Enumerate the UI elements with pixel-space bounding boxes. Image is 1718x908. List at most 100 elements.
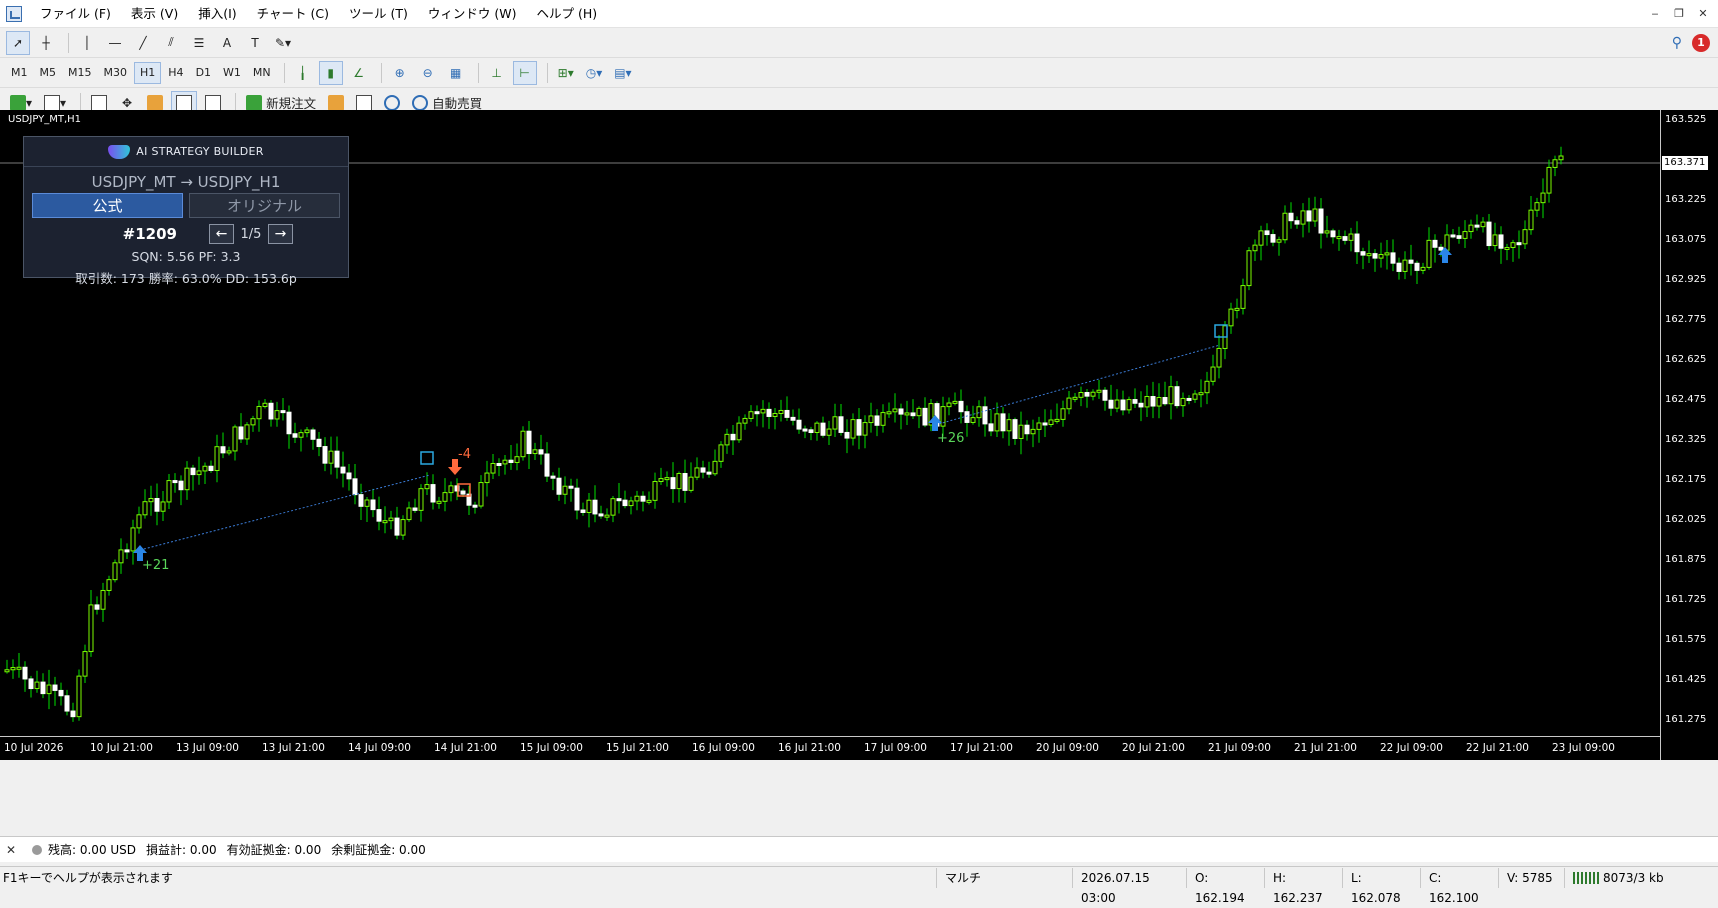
candle-body bbox=[250, 418, 256, 426]
candle-body bbox=[1024, 424, 1030, 435]
candlestick-icon[interactable]: ▮ bbox=[318, 60, 343, 85]
candle-body bbox=[1468, 224, 1474, 233]
zoom-out-icon[interactable]: ⊖ bbox=[416, 61, 440, 85]
candle-body bbox=[1546, 166, 1552, 194]
candle-body bbox=[490, 462, 496, 474]
candle-body bbox=[88, 604, 94, 653]
trendline-icon[interactable]: ╱ bbox=[131, 31, 155, 55]
menu-file[interactable]: ファイル (F) bbox=[30, 0, 121, 28]
candle-body bbox=[1528, 209, 1534, 231]
candle-body bbox=[1270, 234, 1276, 243]
menu-view[interactable]: 表示 (V) bbox=[121, 0, 188, 28]
candle-body bbox=[94, 604, 100, 610]
candle-body bbox=[586, 499, 592, 513]
candle-body bbox=[118, 549, 124, 564]
chart-window[interactable]: +21 -4 +26 USDJPY_MT,H1 AI STRATEGY BUILDE… bbox=[0, 110, 1718, 760]
price-label: 161.275 bbox=[1665, 714, 1707, 725]
text-label-icon[interactable]: T bbox=[243, 31, 267, 55]
timeframe-w1[interactable]: W1 bbox=[218, 62, 246, 84]
candle-body bbox=[448, 485, 454, 494]
drawing-toolbar: ➚ ┼ │ ― ╱ ⫽ ☰ A T ✎▾ ⚲ 1 bbox=[0, 28, 1718, 58]
shapes-icon[interactable]: ✎▾ bbox=[271, 31, 295, 55]
candle-body bbox=[1240, 285, 1246, 309]
status-high: H: 162.237 bbox=[1264, 867, 1342, 905]
candle-body bbox=[1264, 230, 1270, 236]
menu-insert[interactable]: 挿入(I) bbox=[188, 0, 246, 28]
candle-body bbox=[592, 499, 598, 515]
auto-trading-icon bbox=[412, 94, 429, 111]
time-axis[interactable]: 10 Jul 2026 10 Jul 21:00 13 Jul 09:00 13… bbox=[0, 736, 1660, 760]
tile-windows-icon[interactable]: ▦ bbox=[444, 61, 468, 85]
candle-body bbox=[478, 482, 484, 507]
timeframe-mn[interactable]: MN bbox=[248, 62, 276, 84]
restore-icon[interactable]: ❐ bbox=[1670, 5, 1688, 23]
next-strategy-button[interactable]: → bbox=[268, 224, 293, 244]
timeframe-m5[interactable]: M5 bbox=[35, 62, 62, 84]
horizontal-line-icon[interactable]: ― bbox=[103, 31, 127, 55]
candle-body bbox=[358, 494, 364, 507]
candle-body bbox=[1552, 159, 1558, 168]
candle-body bbox=[898, 408, 904, 415]
candle-body bbox=[1216, 347, 1222, 368]
notification-badge[interactable]: 1 bbox=[1692, 33, 1710, 52]
candle-body bbox=[742, 417, 748, 424]
auto-scroll-icon[interactable]: ⊢ bbox=[512, 60, 537, 85]
timeframe-m15[interactable]: M15 bbox=[63, 62, 97, 84]
candle-body bbox=[520, 430, 526, 458]
status-open: O: 162.194 bbox=[1186, 867, 1264, 905]
candle-body bbox=[1144, 396, 1150, 408]
timeframe-h1[interactable]: H1 bbox=[134, 61, 162, 84]
candle-body bbox=[1078, 392, 1084, 398]
prev-strategy-button[interactable]: ← bbox=[209, 224, 234, 244]
cursor-icon[interactable]: ➚ bbox=[6, 30, 30, 55]
status-close: C: 162.100 bbox=[1420, 867, 1498, 905]
time-label: 10 Jul 21:00 bbox=[90, 742, 153, 754]
fibonacci-icon[interactable]: ☰ bbox=[187, 31, 211, 55]
candle-body bbox=[322, 446, 328, 464]
timeframe-m30[interactable]: M30 bbox=[99, 62, 133, 84]
menu-tools[interactable]: ツール (T) bbox=[339, 0, 418, 28]
panel-divider bbox=[24, 166, 348, 167]
menu-chart[interactable]: チャート (C) bbox=[247, 0, 339, 28]
candle-body bbox=[1408, 259, 1414, 264]
candle-body bbox=[364, 499, 370, 507]
timeframe-h4[interactable]: H4 bbox=[163, 62, 188, 84]
candle-body bbox=[1228, 308, 1234, 327]
indicators-icon[interactable]: ⊞▾ bbox=[554, 61, 578, 85]
candle-body bbox=[1348, 233, 1354, 241]
candle-body bbox=[1336, 236, 1342, 240]
stats-trades: 取引数: 173 勝率: 63.0% DD: 153.6p bbox=[75, 271, 297, 286]
search-icon[interactable]: ⚲ bbox=[1672, 35, 1682, 51]
candle-body bbox=[82, 651, 88, 677]
candle-body bbox=[1102, 389, 1108, 401]
tab-official[interactable]: 公式 bbox=[32, 193, 183, 218]
line-chart-icon[interactable]: ∠ bbox=[347, 61, 371, 85]
crosshair-icon[interactable]: ┼ bbox=[34, 31, 58, 55]
tab-original[interactable]: オリジナル bbox=[189, 193, 340, 218]
menu-help[interactable]: ヘルプ (H) bbox=[526, 0, 607, 28]
candle-body bbox=[1318, 208, 1324, 234]
chart-shift-icon[interactable]: ⊥ bbox=[485, 61, 509, 85]
zoom-in-icon[interactable]: ⊕ bbox=[388, 61, 412, 85]
periods-icon[interactable]: ◷▾ bbox=[582, 61, 607, 85]
close-icon[interactable]: ✕ bbox=[1694, 5, 1712, 23]
bar-chart-icon[interactable]: ╽ bbox=[291, 61, 315, 85]
candle-body bbox=[430, 484, 436, 503]
timeframe-m1[interactable]: M1 bbox=[6, 62, 33, 84]
candle-body bbox=[736, 422, 742, 441]
close-icon[interactable]: ✕ bbox=[6, 843, 20, 857]
templates-icon[interactable]: ▤▾ bbox=[610, 61, 635, 85]
candle-body bbox=[790, 416, 796, 421]
status-profile[interactable]: マルチ bbox=[936, 867, 1072, 888]
candle-body bbox=[262, 402, 268, 408]
menu-window[interactable]: ウィンドウ (W) bbox=[418, 0, 527, 28]
price-axis[interactable]: 163.525 163.371 163.225 163.075 162.925 … bbox=[1660, 110, 1718, 760]
minimize-icon[interactable]: ‒ bbox=[1646, 5, 1664, 23]
vertical-line-icon[interactable]: │ bbox=[75, 31, 99, 55]
candle-body bbox=[958, 400, 964, 413]
price-label: 162.625 bbox=[1665, 354, 1707, 365]
channel-icon[interactable]: ⫽ bbox=[159, 31, 183, 55]
timeframe-d1[interactable]: D1 bbox=[191, 62, 216, 84]
candle-body bbox=[400, 519, 406, 536]
text-icon[interactable]: A bbox=[215, 31, 239, 55]
